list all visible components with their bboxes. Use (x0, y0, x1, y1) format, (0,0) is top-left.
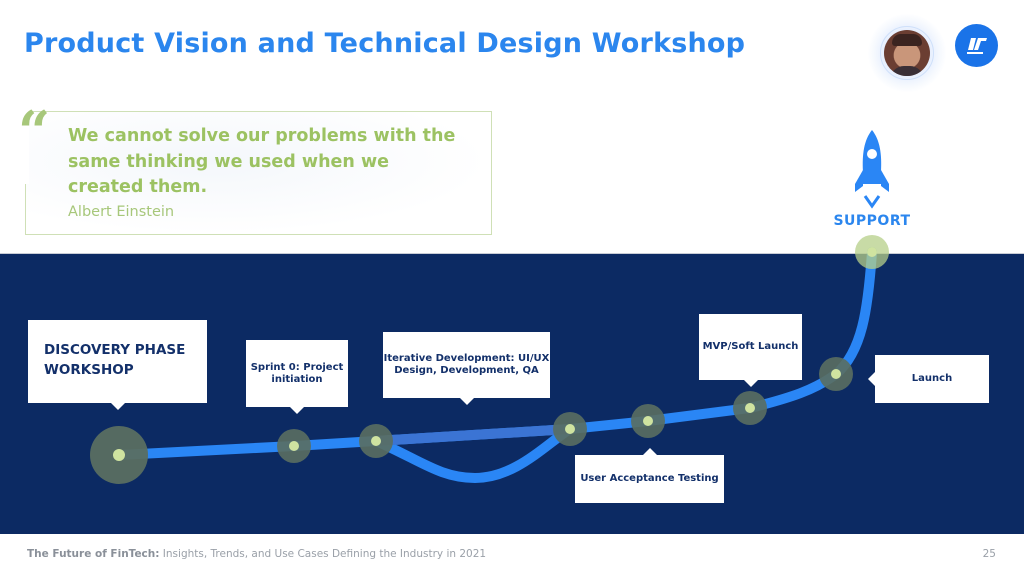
page-number: 25 (982, 548, 996, 560)
callout-discovery: DISCOVERY PHASE WORKSHOP (28, 320, 207, 410)
node-sprint0 (277, 429, 311, 463)
path-overlay-segment (375, 424, 571, 446)
callout-launch: Launch (868, 355, 989, 403)
footer-subtitle: Insights, Trends, and Use Cases Defining… (159, 548, 487, 560)
node-launch (819, 357, 853, 391)
node-iterative-end (553, 412, 587, 446)
callout-uat: User Acceptance Testing (575, 448, 724, 503)
node-support (855, 235, 889, 269)
callout-mvp: MVP/Soft Launch (699, 314, 802, 387)
node-iterative-start (359, 424, 393, 458)
callout-iterative: Iterative Development: UI/UX Design, Dev… (383, 332, 550, 405)
node-mvp (733, 391, 767, 425)
callout-sprint0: Sprint 0: Project initiation (246, 340, 348, 414)
roadmap-path (90, 235, 889, 484)
node-discovery (90, 426, 148, 484)
node-uat (631, 404, 665, 438)
footer-brand: The Future of FinTech: (27, 548, 160, 560)
footer-text: The Future of FinTech: Insights, Trends,… (27, 548, 486, 560)
